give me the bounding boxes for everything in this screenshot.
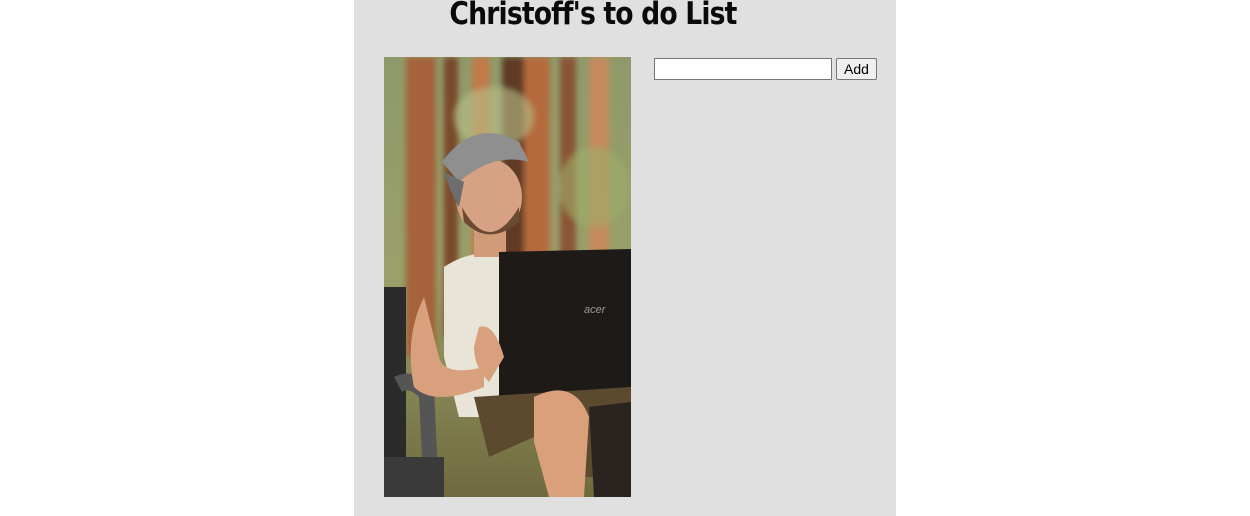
laptop-brand-text: acer (584, 304, 607, 316)
add-button[interactable]: Add (836, 58, 877, 80)
todo-form: Add (654, 58, 877, 80)
main-panel: Christoff's to do List acer Add (354, 0, 896, 516)
profile-photo: acer (384, 57, 631, 497)
page-title: Christoff's to do List (449, 0, 737, 32)
todo-input[interactable] (654, 58, 832, 80)
